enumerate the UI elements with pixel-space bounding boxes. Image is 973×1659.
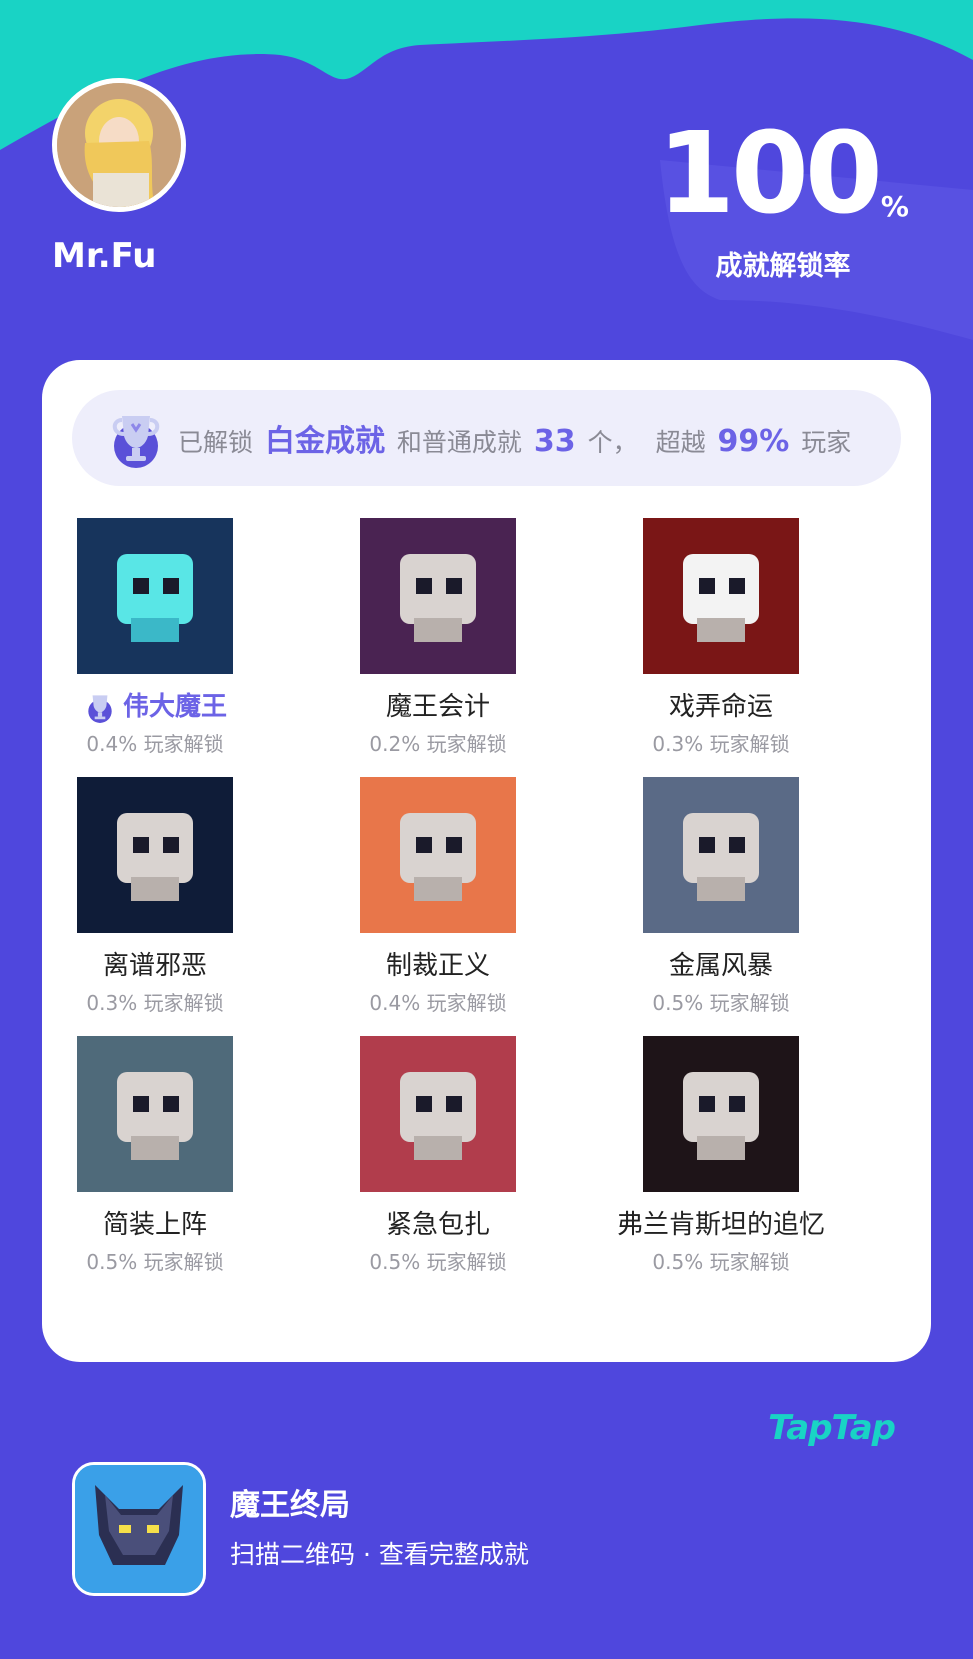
achievement-item[interactable]: 弗兰肯斯坦的追忆 0.5% 玩家解锁	[571, 1036, 871, 1275]
skull-burst-icon	[77, 518, 233, 674]
achievement-rate: 0.3% 玩家解锁	[652, 732, 790, 756]
achievement-rate: 0.4% 玩家解锁	[86, 732, 224, 756]
summary-platinum: 白金成就	[264, 424, 385, 459]
achievement-name-text: 魔王会计	[385, 692, 490, 722]
avatar[interactable]	[52, 78, 186, 212]
achievement-item[interactable]: 魔王会计 0.2% 玩家解锁	[288, 518, 588, 757]
platinum-trophy-icon	[112, 416, 160, 468]
summary-exceed: 超越	[655, 428, 706, 457]
summary-suffix: 玩家	[801, 428, 852, 457]
achievement-item[interactable]: 制裁正义 0.4% 玩家解锁	[288, 777, 588, 1016]
summary-exceed-pct: 99%	[717, 424, 790, 459]
summary-bar: 已解锁 白金成就 和普通成就 33 个， 超越 99% 玩家	[72, 390, 901, 486]
cards-icon	[643, 518, 799, 674]
summary-count: 33	[533, 424, 576, 459]
unlock-percent: 100	[657, 109, 883, 239]
achievement-item[interactable]: 戏弄命运 0.3% 玩家解锁	[571, 518, 871, 757]
frankenstein-icon	[643, 1036, 799, 1192]
summary-count-unit: 个，	[587, 428, 638, 457]
username: Mr.Fu	[52, 236, 157, 276]
percent-sign: %	[880, 190, 909, 223]
achievement-item[interactable]: 紧急包扎 0.5% 玩家解锁	[288, 1036, 588, 1275]
achievement-name: 弗兰肯斯坦的追忆	[571, 1208, 871, 1242]
achievement-rate: 0.5% 玩家解锁	[652, 991, 790, 1015]
achievement-name: 简装上阵	[5, 1208, 305, 1242]
game-subtitle: 扫描二维码 · 查看完整成就	[230, 1540, 529, 1569]
achievement-item[interactable]: 离谱邪恶 0.3% 玩家解锁	[5, 777, 305, 1016]
achievement-name: 戏弄命运	[571, 690, 871, 724]
platinum-trophy-icon	[88, 695, 112, 723]
game-icon-image	[75, 1465, 203, 1593]
achievement-name: 制裁正义	[288, 949, 588, 983]
achievement-item[interactable]: 简装上阵 0.5% 玩家解锁	[5, 1036, 305, 1275]
achievement-name-text: 金属风暴	[668, 951, 773, 981]
achievement-item[interactable]: 金属风暴 0.5% 玩家解锁	[571, 777, 871, 1016]
achievement-rate: 0.3% 玩家解锁	[86, 991, 224, 1015]
game-name: 魔王终局	[230, 1488, 350, 1523]
achievement-rate: 0.5% 玩家解锁	[369, 1250, 507, 1274]
achievement-name-text: 紧急包扎	[385, 1210, 490, 1240]
achievement-name-text: 简装上阵	[102, 1210, 207, 1240]
unlock-rate: 100% 成就解锁率	[653, 118, 913, 283]
metal-storm-icon	[643, 777, 799, 933]
achievement-rate: 0.4% 玩家解锁	[369, 991, 507, 1015]
achievement-name: 伟大魔王	[5, 690, 305, 724]
achievement-name: 紧急包扎	[288, 1208, 588, 1242]
summary-prefix: 已解锁	[178, 428, 254, 457]
achievement-name: 金属风暴	[571, 949, 871, 983]
mummy-icon	[360, 1036, 516, 1192]
accountant-demon-icon	[360, 518, 516, 674]
evil-demon-icon	[77, 777, 233, 933]
bonk-icon	[360, 777, 516, 933]
achievement-name-text: 伟大魔王	[122, 692, 227, 722]
achievement-item[interactable]: 伟大魔王 0.4% 玩家解锁	[5, 518, 305, 757]
achievement-name: 离谱邪恶	[5, 949, 305, 983]
summary-middle: 和普通成就	[396, 428, 522, 457]
achievement-rate: 0.5% 玩家解锁	[652, 1250, 790, 1274]
question-bubble-icon	[77, 1036, 233, 1192]
game-icon[interactable]	[72, 1462, 206, 1596]
achievement-name-text: 戏弄命运	[668, 692, 773, 722]
header: Mr.Fu 100% 成就解锁率	[0, 0, 973, 340]
achievement-name-text: 制裁正义	[385, 951, 490, 981]
avatar-image	[57, 83, 181, 207]
achievement-name: 魔王会计	[288, 690, 588, 724]
unlock-rate-label: 成就解锁率	[715, 251, 851, 282]
achievement-card: 已解锁 白金成就 和普通成就 33 个， 超越 99% 玩家 伟大魔王 0.4% …	[42, 360, 931, 1362]
achievement-rate: 0.2% 玩家解锁	[369, 732, 507, 756]
summary-text: 已解锁 白金成就 和普通成就 33 个， 超越 99% 玩家	[178, 416, 851, 460]
achievement-name-text: 离谱邪恶	[102, 951, 207, 981]
achievement-rate: 0.5% 玩家解锁	[86, 1250, 224, 1274]
achievement-name-text: 弗兰肯斯坦的追忆	[616, 1210, 825, 1240]
taptap-logo: TapTap	[768, 1408, 896, 1448]
